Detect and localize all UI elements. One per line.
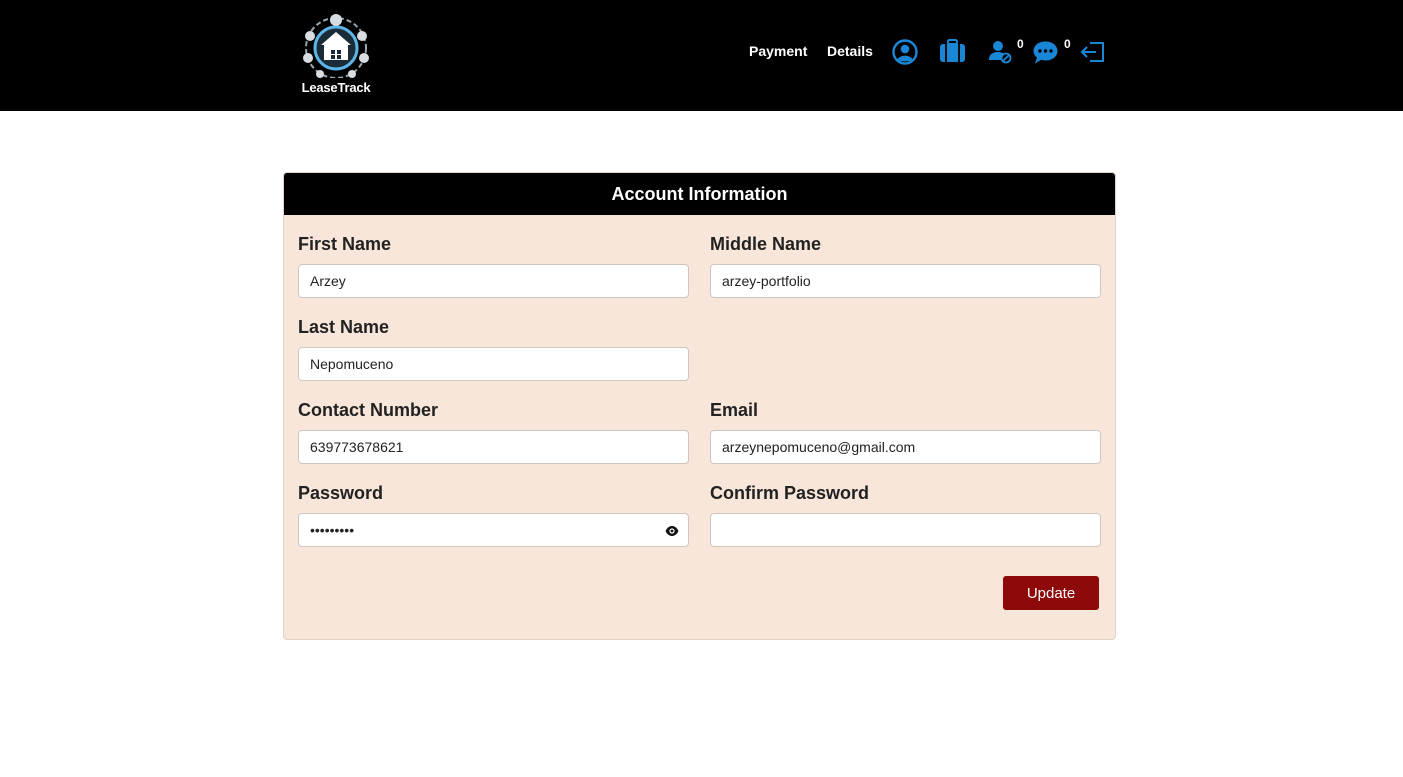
logout-icon[interactable] bbox=[1080, 40, 1106, 64]
card-title: Account Information bbox=[284, 173, 1115, 215]
last-name-input[interactable] bbox=[298, 347, 689, 381]
navbar: LeaseTrack Payment Details 0 0 bbox=[0, 0, 1403, 111]
briefcase-icon[interactable] bbox=[939, 39, 966, 63]
account-information-card: Account Information First Name Middle Na… bbox=[283, 172, 1116, 640]
user-circle-icon[interactable] bbox=[892, 39, 918, 65]
brand-name: LeaseTrack bbox=[301, 80, 371, 95]
email-input[interactable] bbox=[710, 430, 1101, 464]
last-name-label: Last Name bbox=[298, 317, 390, 337]
brand-logo[interactable]: LeaseTrack bbox=[296, 10, 376, 98]
password-input[interactable] bbox=[298, 513, 689, 547]
user-block-icon[interactable] bbox=[988, 40, 1014, 64]
confirm-password-input[interactable] bbox=[710, 513, 1101, 547]
nav-link-payment[interactable]: Payment bbox=[749, 43, 807, 59]
house-network-logo-icon bbox=[303, 14, 369, 78]
contact-number-input[interactable] bbox=[298, 430, 689, 464]
nav-link-details[interactable]: Details bbox=[827, 43, 873, 59]
first-name-label: First Name bbox=[298, 234, 392, 254]
confirm-password-label: Confirm Password bbox=[710, 483, 870, 503]
messages-count: 0 bbox=[1064, 37, 1071, 51]
password-label: Password bbox=[298, 483, 384, 503]
chat-bubble-icon[interactable] bbox=[1032, 40, 1059, 65]
eye-icon[interactable] bbox=[665, 524, 679, 542]
blocked-users-count: 0 bbox=[1017, 37, 1024, 51]
middle-name-label: Middle Name bbox=[710, 234, 822, 254]
middle-name-input[interactable] bbox=[710, 264, 1101, 298]
first-name-input[interactable] bbox=[298, 264, 689, 298]
contact-number-label: Contact Number bbox=[298, 400, 439, 420]
email-label: Email bbox=[710, 400, 759, 420]
update-button[interactable]: Update bbox=[1003, 576, 1099, 610]
